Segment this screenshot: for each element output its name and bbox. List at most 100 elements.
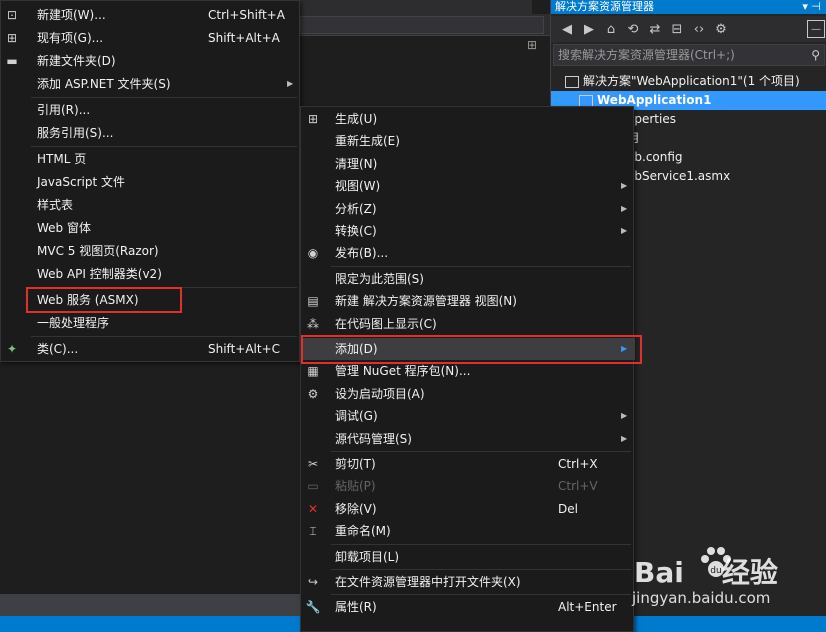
- menu-item-shortcut: Del: [558, 501, 578, 516]
- menu-item[interactable]: 重新生成(E): [301, 130, 635, 152]
- menu-item-label: 现有项(G)...: [37, 31, 104, 45]
- nuget-icon: ▦: [307, 364, 319, 379]
- menu-item[interactable]: Web 窗体: [1, 217, 301, 239]
- menu-item-label: Web API 控制器类(v2): [37, 267, 162, 281]
- menu-item-label: 服务引用(S)...: [37, 126, 114, 140]
- tree-label: eb.config: [627, 150, 683, 164]
- menu-item[interactable]: ↪ 在文件资源管理器中打开文件夹(X): [301, 571, 635, 593]
- menu-item[interactable]: 卸载项目(L): [301, 546, 635, 568]
- menu-item[interactable]: Web API 控制器类(v2): [1, 263, 301, 285]
- menu-item[interactable]: ▬ 新建文件夹(D): [1, 50, 301, 72]
- menu-item-label: 限定为此范围(S): [335, 271, 424, 286]
- menu-item[interactable]: 🔧 属性(R) Alt+Enter: [301, 596, 635, 618]
- wrench-icon: 🔧: [305, 600, 321, 615]
- forward-icon[interactable]: ▶: [581, 22, 597, 37]
- build-icon: ⊞: [307, 112, 319, 126]
- menu-item[interactable]: ▤ 新建 解决方案资源管理器 视图(N): [301, 290, 635, 312]
- menu-item[interactable]: 引用(R)...: [1, 99, 301, 121]
- solution-explorer-search-input[interactable]: 搜索解决方案资源管理器(Ctrl+;) ⚲: [553, 44, 825, 66]
- tree-label: WebApplication1: [597, 93, 712, 107]
- menu-item-label: JavaScript 文件: [37, 175, 125, 189]
- new-item-icon: ⊡: [6, 8, 18, 22]
- menu-item[interactable]: 调试(G) ▶: [301, 405, 635, 427]
- home-icon[interactable]: ⌂: [603, 22, 619, 37]
- menu-separator: [31, 146, 297, 147]
- class-icon: ✦: [6, 342, 18, 356]
- submenu-arrow-icon: ▶: [621, 433, 628, 443]
- menu-item-label: 转换(C): [335, 224, 377, 238]
- menu-item[interactable]: 视图(W) ▶: [301, 175, 635, 197]
- menu-item[interactable]: 样式表: [1, 194, 301, 216]
- preview-toggle-icon[interactable]: —: [807, 20, 825, 38]
- menu-item-label: 源代码管理(S): [335, 431, 412, 446]
- menu-item-shortcut: Shift+Alt+A: [208, 31, 280, 45]
- menu-item-label: 管理 NuGet 程序包(N)...: [335, 364, 471, 379]
- menu-item[interactable]: 一般处理程序: [1, 312, 301, 334]
- menu-item[interactable]: 添加 ASP.NET 文件夹(S) ▶: [1, 73, 301, 95]
- menu-item[interactable]: ⊞ 生成(U): [301, 108, 635, 130]
- watermark-url: jingyan.baidu.com: [632, 589, 771, 607]
- menu-item-label: MVC 5 视图页(Razor): [37, 244, 159, 258]
- menu-item[interactable]: ▭ 粘贴(P) Ctrl+V: [301, 475, 635, 497]
- menu-item[interactable]: ⊡ 新建项(W)... Ctrl+Shift+A: [1, 4, 301, 26]
- scissors-icon: ✂: [307, 457, 319, 471]
- menu-separator: [331, 569, 631, 570]
- existing-item-icon: ⊞: [6, 31, 18, 45]
- menu-item-label: 在代码图上显示(C): [335, 316, 437, 331]
- menu-item[interactable]: ▦ 管理 NuGet 程序包(N)...: [301, 360, 635, 382]
- menu-item-label: 重命名(M): [335, 524, 391, 539]
- folder-icon: ▬: [6, 54, 18, 68]
- menu-item-label: 移除(V): [335, 501, 377, 516]
- menu-item-label: 新建项(W)...: [37, 8, 106, 22]
- tree-label: 解决方案"WebApplication1"(1 个项目): [583, 74, 800, 88]
- menu-item[interactable]: HTML 页: [1, 148, 301, 170]
- project-context-menu: ⊞ 生成(U) 重新生成(E) 清理(N) 视图(W) ▶ 分析(Z) ▶ 转换(C) ▶ ◉ 发布(…: [300, 106, 642, 632]
- menu-item-shortcut: Ctrl+V: [558, 479, 598, 494]
- menu-item-label: 设为启动项目(A): [335, 386, 425, 401]
- code-view-icon[interactable]: ‹›: [691, 22, 707, 37]
- back-icon[interactable]: ◀: [559, 22, 575, 37]
- collapse-icon[interactable]: ⊟: [669, 22, 685, 37]
- menu-item[interactable]: ✕ 移除(V) Del: [301, 498, 635, 520]
- menu-item-label: 类(C)...: [37, 342, 79, 356]
- menu-item[interactable]: ◉ 发布(B)...: [301, 242, 635, 264]
- menu-item[interactable]: 服务引用(S)...: [1, 122, 301, 144]
- solution-explorer-toolbar: ◀ ▶ ⌂ ⟲ ⇄ ⊟ ‹› ⚙ —: [551, 16, 826, 42]
- menu-item-label: 清理(N): [335, 156, 378, 171]
- menu-item[interactable]: ⚙ 设为启动项目(A): [301, 383, 635, 405]
- solution-icon: [565, 75, 579, 88]
- menu-separator: [331, 543, 631, 545]
- menu-item[interactable]: 转换(C) ▶: [301, 220, 635, 242]
- split-icon[interactable]: ⊞: [527, 38, 539, 54]
- refresh-icon[interactable]: ⇄: [647, 22, 663, 37]
- menu-item[interactable]: ⁂ 在代码图上显示(C): [301, 313, 635, 335]
- editor-navigation-dropdown[interactable]: [300, 16, 544, 34]
- menu-item[interactable]: 源代码管理(S) ▶: [301, 428, 635, 450]
- search-icon[interactable]: ⚲: [811, 45, 820, 65]
- menu-item[interactable]: ⊞ 现有项(G)... Shift+Alt+A: [1, 27, 301, 49]
- menu-item[interactable]: ✦ 类(C)... Shift+Alt+C: [1, 338, 301, 360]
- baidu-jingyan-watermark: Bai 经验 du jingyan.baidu.com: [632, 545, 822, 615]
- menu-item[interactable]: MVC 5 视图页(Razor): [1, 240, 301, 262]
- menu-separator: [331, 265, 631, 267]
- window-menu-button[interactable]: [532, 0, 550, 14]
- solution-explorer-title-text: 解决方案资源管理器: [555, 0, 654, 13]
- menu-item[interactable]: 限定为此范围(S): [301, 268, 635, 290]
- tree-item-solution[interactable]: 解决方案"WebApplication1"(1 个项目): [551, 72, 826, 91]
- menu-item[interactable]: ✂ 剪切(T) Ctrl+X: [301, 453, 635, 475]
- gear-icon: ⚙: [307, 386, 319, 401]
- menu-item-shortcut: Alt+Enter: [558, 600, 617, 615]
- menu-item[interactable]: 分析(Z) ▶: [301, 198, 635, 220]
- menu-item[interactable]: JavaScript 文件: [1, 171, 301, 193]
- menu-item[interactable]: 清理(N): [301, 153, 635, 175]
- submenu-arrow-icon: ▶: [287, 79, 294, 88]
- tree-label: ebService1.asmx: [627, 169, 731, 183]
- submenu-arrow-icon: ▶: [621, 411, 628, 421]
- menu-item[interactable]: ⌶ 重命名(M): [301, 520, 635, 542]
- properties-wrench-icon[interactable]: ⚙: [713, 22, 729, 37]
- menu-item-label: 发布(B)...: [335, 246, 389, 261]
- search-placeholder: 搜索解决方案资源管理器(Ctrl+;): [558, 48, 735, 62]
- pin-icon[interactable]: ▾ ⊣: [802, 0, 821, 13]
- solution-explorer-title: 解决方案资源管理器 ▾ ⊣: [551, 0, 826, 14]
- sync-icon[interactable]: ⟲: [625, 22, 641, 37]
